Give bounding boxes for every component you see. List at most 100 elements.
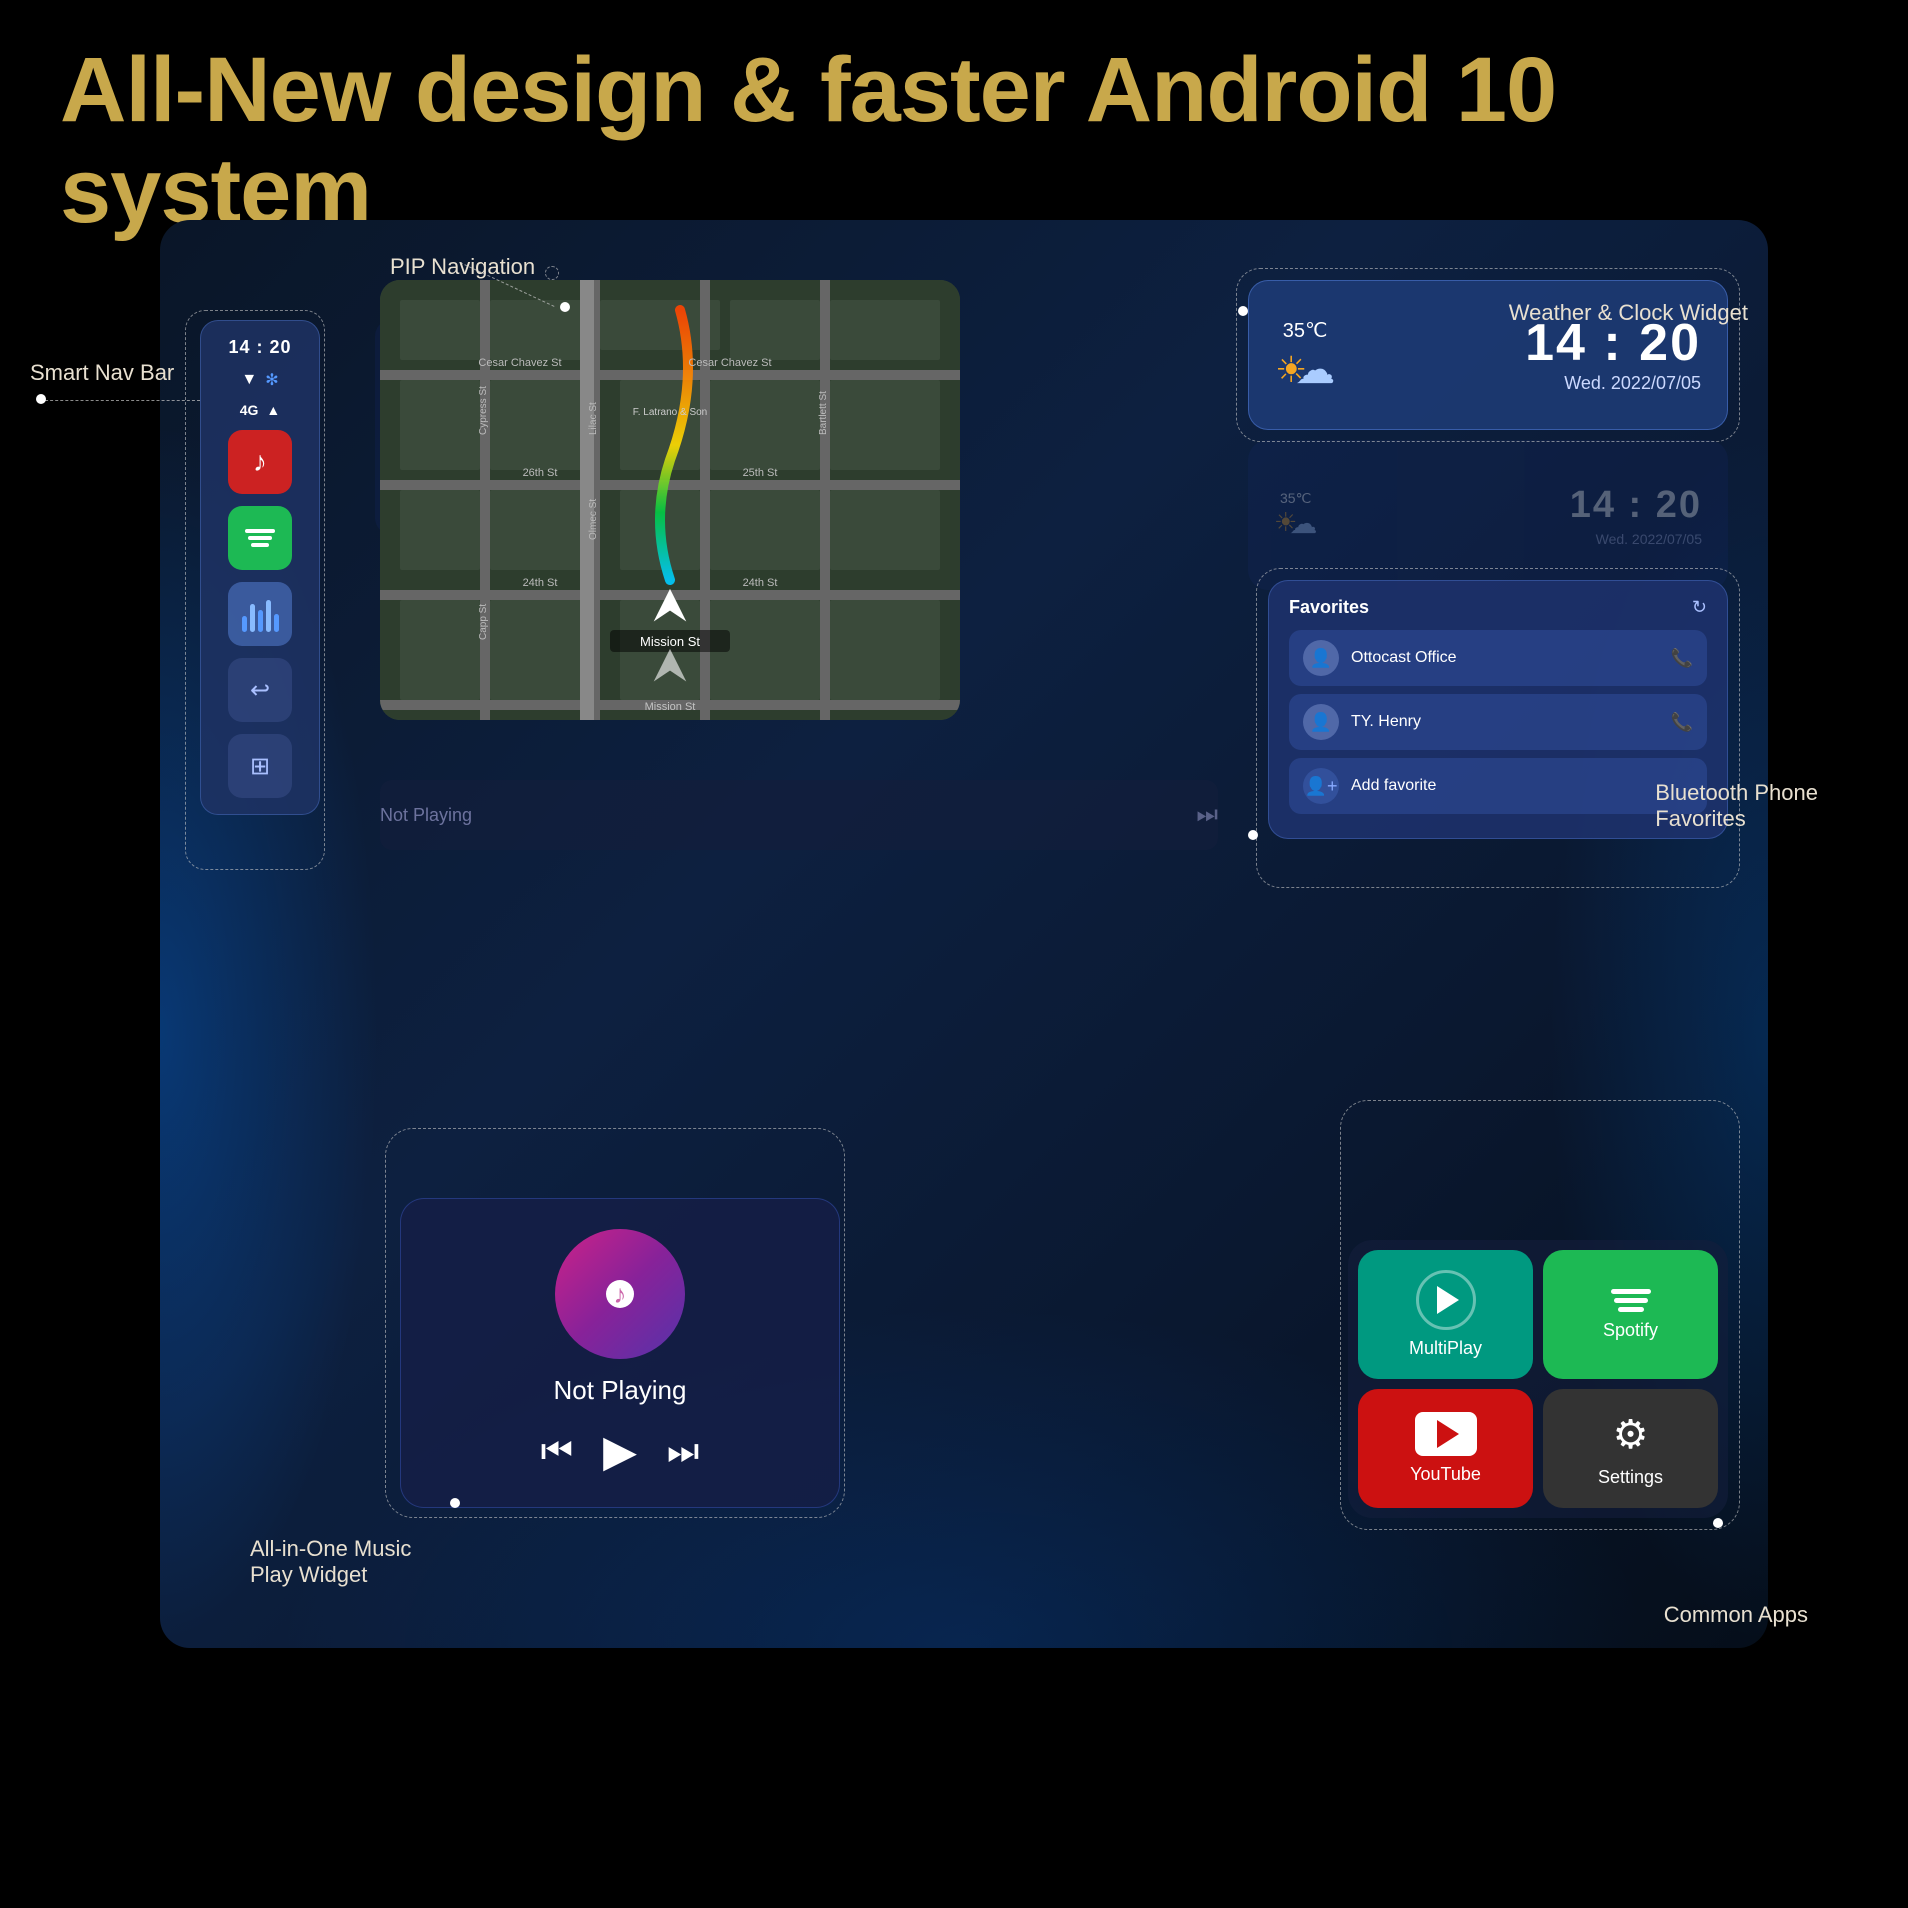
bluetooth-favorites-annotation: Bluetooth PhoneFavorites (1655, 780, 1818, 832)
settings-icon: ⚙ (1613, 1409, 1649, 1459)
signal-icon: ▲ (266, 402, 280, 418)
svg-text:Capp St: Capp St (478, 604, 489, 640)
svg-text:Bartlett St: Bartlett St (818, 391, 829, 435)
music-note-icon: ♪ (253, 446, 267, 478)
pip-callout-dot (560, 302, 570, 312)
contact2-name: TY. Henry (1351, 713, 1659, 731)
nav-network-row: 4G ▲ (240, 402, 281, 418)
add-favorite-item[interactable]: 👤+ Add favorite (1289, 758, 1707, 814)
person-icon: 👤 (1310, 648, 1332, 669)
weather-icon-area: ☀ ☁ (1275, 347, 1335, 393)
spotify-app-tile[interactable]: Spotify (1543, 1250, 1718, 1379)
pip-dot-border (545, 266, 559, 280)
page-title: All-New design & faster Android 10 syste… (60, 40, 1848, 242)
cloud-icon: ☁ (1295, 347, 1335, 393)
music-callout-dot (450, 1498, 460, 1508)
voice-app-icon[interactable] (228, 582, 292, 646)
contact1-avatar: 👤 (1303, 640, 1339, 676)
spotify-label: Spotify (1603, 1320, 1658, 1341)
svg-text:26th St: 26th St (523, 467, 558, 479)
music-note-icon: ♪ (614, 1279, 627, 1310)
contact1-name: Ottocast Office (1351, 649, 1659, 667)
map-widget: Cesar Chavez St Cesar Chavez St 26th St … (380, 280, 960, 720)
bluetooth-callout-dot (1248, 830, 1258, 840)
back-arrow-icon: ↩ (250, 676, 270, 705)
weather-left-section: 35℃ ☀ ☁ (1275, 318, 1335, 393)
youtube-icon (1415, 1412, 1477, 1456)
apps-grid: MultiPlay Spotify YouTube (1358, 1250, 1718, 1508)
multiplay-icon (1416, 1270, 1476, 1330)
svg-text:25th St: 25th St (743, 467, 778, 479)
prev-track-button[interactable]: ⏮ (541, 1430, 573, 1473)
svg-text:Cesar Chavez St: Cesar Chavez St (688, 357, 771, 369)
smart-nav-bar: 14 : 20 ▼ ✻ 4G ▲ ♪ ↩ ⊞ (200, 320, 320, 815)
grid-icon: ⊞ (250, 752, 270, 781)
apps-widget: MultiPlay Spotify YouTube (1348, 1240, 1728, 1518)
favorites-header: Favorites ↻ (1289, 597, 1707, 618)
music-center-dot: ♪ (606, 1280, 634, 1308)
svg-text:Lilac St: Lilac St (588, 402, 599, 435)
network-label: 4G (240, 402, 259, 418)
add-favorite-avatar: 👤+ (1303, 768, 1339, 804)
svg-text:24th St: 24th St (523, 577, 558, 589)
refresh-icon[interactable]: ↻ (1692, 597, 1707, 618)
add-favorite-label: Add favorite (1351, 777, 1693, 795)
play-pause-button[interactable]: ▶ (603, 1426, 637, 1477)
spotify-bars-icon (245, 529, 275, 547)
smart-nav-callout-dot (36, 394, 46, 404)
settings-label: Settings (1598, 1467, 1663, 1488)
svg-text:Olmec St: Olmec St (588, 499, 599, 540)
not-playing-strip: Not Playing ⏭ (380, 780, 1218, 850)
music-app-icon[interactable]: ♪ (228, 430, 292, 494)
smart-nav-callout-line (40, 400, 200, 401)
music-widget-annotation: All-in-One MusicPlay Widget (250, 1536, 411, 1588)
voice-bars-icon (242, 596, 279, 632)
map-svg: Cesar Chavez St Cesar Chavez St 26th St … (380, 280, 960, 720)
svg-text:Mission St: Mission St (645, 701, 696, 713)
person-icon-2: 👤 (1310, 712, 1332, 733)
weather-temperature: 35℃ (1283, 318, 1328, 343)
multiplay-label: MultiPlay (1409, 1338, 1482, 1359)
common-apps-annotation: Common Apps (1664, 1602, 1808, 1628)
common-apps-callout-dot (1713, 1518, 1723, 1528)
music-album-art: ♪ (555, 1229, 685, 1359)
multiplay-app-tile[interactable]: MultiPlay (1358, 1250, 1533, 1379)
favorite-item-1[interactable]: 👤 Ottocast Office 📞 (1289, 630, 1707, 686)
weather-bg-right: 14 : 20 Wed. 2022/07/05 (1333, 484, 1702, 547)
weather-date: Wed. 2022/07/05 (1351, 373, 1701, 394)
pip-navigation-annotation: PIP Navigation (390, 254, 535, 280)
weather-bg-left: 35℃ ☀ ☁ (1274, 490, 1317, 540)
not-playing-bg-text: Not Playing (380, 805, 472, 826)
call-icon-2[interactable]: 📞 (1671, 712, 1693, 733)
call-icon-1[interactable]: 📞 (1671, 648, 1693, 669)
smart-nav-bar-annotation: Smart Nav Bar (30, 360, 174, 386)
map-background: Cesar Chavez St Cesar Chavez St 26th St … (380, 280, 960, 720)
next-track-button[interactable]: ⏭ (667, 1430, 699, 1473)
weather-callout-dot (1238, 306, 1248, 316)
nav-status-icons: ▼ ✻ (241, 370, 278, 390)
favorites-title: Favorites (1289, 597, 1369, 618)
wifi-icon: ▼ (241, 371, 257, 389)
contact2-avatar: 👤 (1303, 704, 1339, 740)
svg-text:Mission St: Mission St (640, 634, 700, 649)
spotify-app-icon[interactable] (228, 506, 292, 570)
music-widget: ♪ Not Playing ⏮ ▶ ⏭ (400, 1198, 840, 1508)
music-controls: ⏮ ▶ ⏭ (541, 1426, 700, 1477)
youtube-app-tile[interactable]: YouTube (1358, 1389, 1533, 1508)
svg-text:F. Latrano & Son: F. Latrano & Son (633, 407, 708, 418)
music-status-label: Not Playing (554, 1375, 687, 1406)
gear-icon: ⚙ (1613, 1413, 1649, 1457)
weather-right-section: 14 : 20 Wed. 2022/07/05 (1351, 317, 1701, 394)
grid-button-icon[interactable]: ⊞ (228, 734, 292, 798)
bluetooth-icon: ✻ (265, 370, 278, 390)
back-button-icon[interactable]: ↩ (228, 658, 292, 722)
favorite-item-2[interactable]: 👤 TY. Henry 📞 (1289, 694, 1707, 750)
svg-text:Cypress St: Cypress St (478, 386, 489, 435)
add-person-icon: 👤+ (1305, 776, 1338, 797)
svg-text:24th St: 24th St (743, 577, 778, 589)
weather-widget-annotation: Weather & Clock Widget (1509, 300, 1748, 326)
spotify-icon (1611, 1289, 1651, 1312)
settings-app-tile[interactable]: ⚙ Settings (1543, 1389, 1718, 1508)
nav-time: 14 : 20 (228, 337, 291, 358)
youtube-label: YouTube (1410, 1464, 1481, 1485)
